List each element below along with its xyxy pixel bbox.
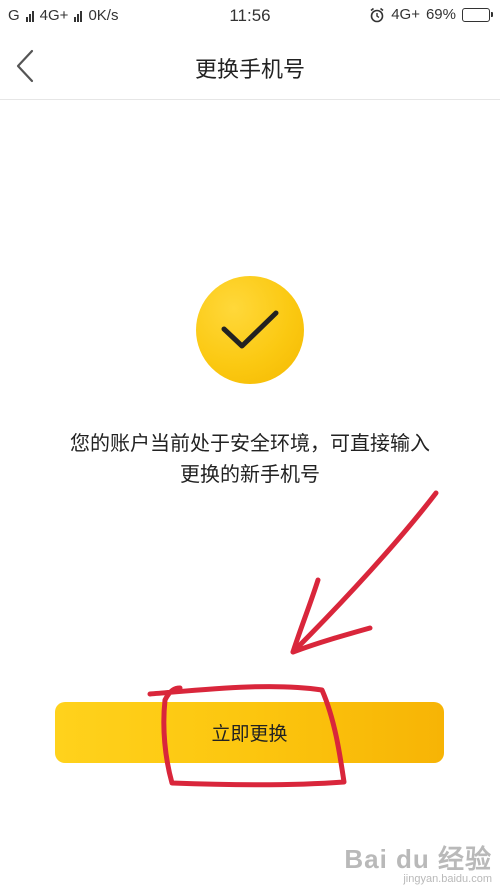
battery-percent: 69% [425, 6, 456, 23]
message-line-1: 您的账户当前处于安全环境，可直接输入 [70, 431, 430, 455]
nav-bar: 更换手机号 [0, 32, 500, 100]
success-badge [196, 276, 304, 384]
alarm-icon [370, 7, 384, 22]
status-right: 4G+ 69% [369, 6, 493, 23]
watermark-logo: Bai du 经验 [344, 844, 492, 874]
check-icon [221, 310, 279, 349]
security-message: 您的账户当前处于安全环境，可直接输入 更换的新手机号 [40, 428, 460, 490]
watermark-url: jingyan.baidu.com [403, 873, 492, 885]
network-type: 4G+ [391, 6, 420, 23]
change-now-button[interactable]: 立即更换 [55, 702, 444, 763]
arrow-shaft [290, 490, 439, 655]
message-line-2: 更换的新手机号 [180, 462, 320, 486]
battery-icon [462, 7, 493, 22]
arrow-head [290, 577, 373, 655]
watermark: Bai du 经验 jingyan.baidu.com [344, 845, 492, 885]
status-bar: G 4G+ 0K/s 11:56 4G+ 69% [0, 0, 500, 32]
page-title: 更换手机号 [194, 58, 305, 83]
